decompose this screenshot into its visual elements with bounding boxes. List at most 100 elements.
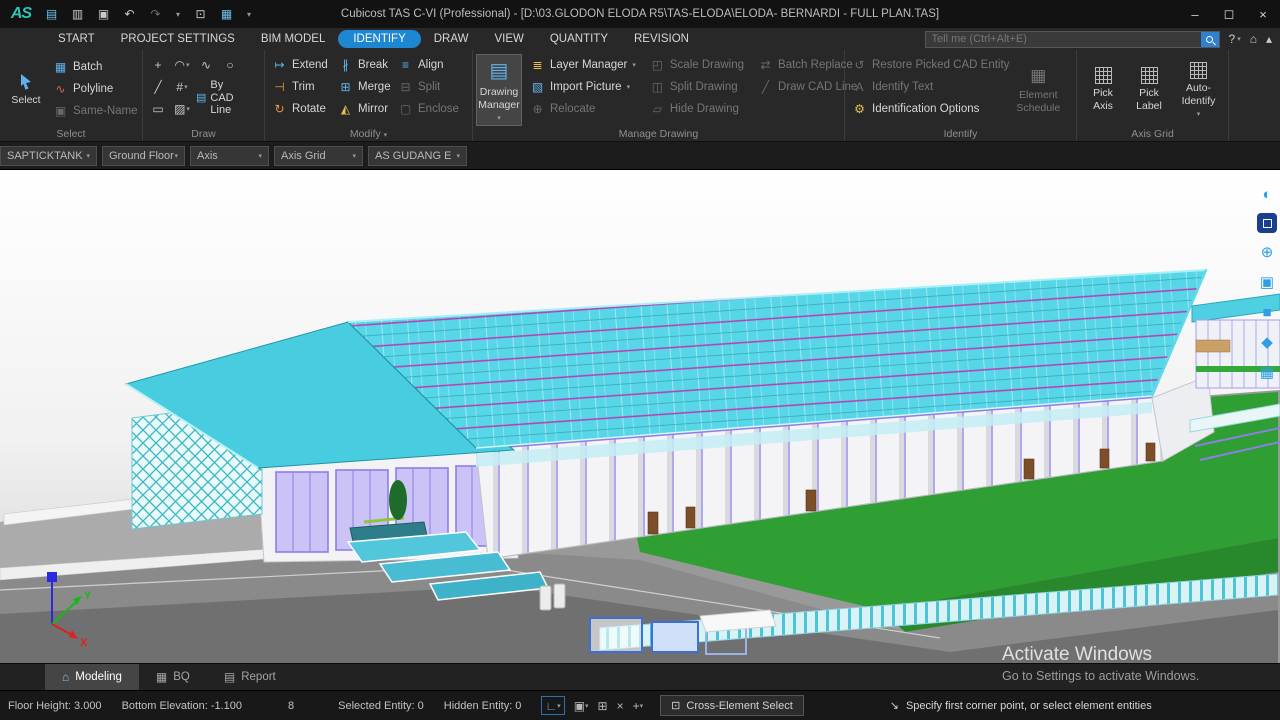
- viewport-3d-scene[interactable]: Y X: [0, 170, 1280, 663]
- home-icon[interactable]: ⌂: [1250, 32, 1257, 46]
- rotate-button[interactable]: ↻Rotate: [268, 98, 334, 120]
- hide-drawing-button[interactable]: ▱Hide Drawing: [646, 98, 748, 120]
- identification-options-button[interactable]: ⚙Identification Options: [848, 98, 1013, 120]
- undo-dropdown-icon[interactable]: ▾: [174, 10, 182, 19]
- quick-access-dropdown-icon[interactable]: ▾: [245, 10, 253, 19]
- tab-start[interactable]: START: [45, 31, 108, 47]
- pick-axis-button[interactable]: Pick Axis: [1080, 54, 1126, 126]
- layer-manager-button[interactable]: ≣Layer Manager▾: [526, 54, 640, 76]
- batch-select-button[interactable]: ▦Batch: [49, 56, 142, 78]
- element-name-dropdown[interactable]: Axis Grid▾: [274, 146, 363, 166]
- measure-icon[interactable]: ◆: [1256, 331, 1278, 353]
- scale-drawing-icon: ◰: [650, 58, 665, 72]
- import-picture-button[interactable]: ▧Import Picture▾: [526, 76, 640, 98]
- select-button[interactable]: Select: [3, 54, 49, 126]
- grid-icon: #: [176, 80, 183, 94]
- report-icon: ▤: [224, 670, 235, 684]
- selected-entity-readout: Selected Entity: 0: [338, 700, 424, 712]
- element-category-dropdown[interactable]: Axis▾: [190, 146, 269, 166]
- trim-button[interactable]: ⊣Trim: [268, 76, 334, 98]
- command-hint: ↘Specify first corner point, or select e…: [890, 699, 1152, 712]
- arc-tool-button[interactable]: ◠▾: [170, 54, 194, 76]
- modeling-icon: ⌂: [62, 670, 69, 684]
- tab-identify[interactable]: IDENTIFY: [338, 30, 420, 48]
- schedule-view-icon[interactable]: ▦: [1256, 361, 1278, 383]
- element-link-toggle[interactable]: ⊞: [598, 696, 608, 715]
- coordinate-input-toggle[interactable]: ∟▾: [541, 696, 564, 715]
- tab-draw[interactable]: DRAW: [421, 31, 482, 47]
- grid-tool-button[interactable]: #▾: [170, 76, 194, 98]
- split-button[interactable]: ⊟Split: [394, 76, 462, 98]
- tab-revision[interactable]: REVISION: [621, 31, 702, 47]
- tabrow-right-cluster: ?▾ ⌂ ▴: [925, 31, 1280, 48]
- 2d3d-toggle-icon[interactable]: [1257, 213, 1277, 233]
- tab-view[interactable]: VIEW: [481, 31, 536, 47]
- floor-dropdown[interactable]: Ground Floor▾: [102, 146, 185, 166]
- split-icon: ⊟: [398, 80, 413, 94]
- cross-element-select-button[interactable]: ⊡Cross-Element Select: [660, 695, 804, 716]
- coordinate-icon: ∟: [545, 699, 557, 713]
- element-schedule-button[interactable]: ▦ Element Schedule: [1013, 54, 1063, 126]
- tab-report[interactable]: ▤Report: [207, 664, 293, 690]
- clear-selection-button[interactable]: ×: [617, 696, 624, 715]
- hatch-tool-button[interactable]: ▨▾: [170, 98, 194, 120]
- drawing-dropdown[interactable]: AS GUDANG E▾: [368, 146, 467, 166]
- tab-quantity[interactable]: QUANTITY: [537, 31, 621, 47]
- rectangle-tool-button[interactable]: ▭: [146, 98, 170, 120]
- solid-view-icon[interactable]: ■: [1256, 301, 1278, 323]
- break-button[interactable]: ∦Break: [334, 54, 394, 76]
- model-viewport[interactable]: Y X ◐ ⊕ ▣ ■ ◆ ▦: [0, 170, 1280, 663]
- help-button[interactable]: ?▾: [1229, 32, 1241, 46]
- axis-y-label: Y: [84, 590, 92, 602]
- ortho-toggle[interactable]: ▣▾: [574, 696, 589, 715]
- tab-bq[interactable]: ▦BQ: [139, 664, 207, 690]
- circle-tool-button[interactable]: ○: [218, 54, 242, 76]
- save-icon[interactable]: ▣: [96, 7, 111, 21]
- drawing-manager-button[interactable]: ▤ Drawing Manager ▾: [476, 54, 522, 126]
- split-drawing-button[interactable]: ◫Split Drawing: [646, 76, 748, 98]
- snap-settings-toggle[interactable]: +▾: [633, 696, 644, 715]
- calc-grid-icon[interactable]: ▦: [219, 7, 234, 21]
- capture-view-icon[interactable]: ▣: [1256, 271, 1278, 293]
- relocate-button[interactable]: ⊕Relocate: [526, 98, 640, 120]
- polyline-select-button[interactable]: ∿Polyline: [49, 78, 142, 100]
- restore-picked-cad-entity-button[interactable]: ↺Restore Picked CAD Entity: [848, 54, 1013, 76]
- project-icon[interactable]: ▤: [44, 7, 59, 21]
- search-button[interactable]: [1201, 32, 1219, 47]
- bottom-elevation-readout: Bottom Elevation: -1.100: [122, 700, 242, 712]
- mirror-button[interactable]: ◭Mirror: [334, 98, 394, 120]
- display-icon[interactable]: ⊡: [193, 7, 208, 21]
- same-name-select-button[interactable]: ▣Same-Name: [49, 100, 142, 122]
- orbit-view-icon[interactable]: ◐: [1256, 183, 1278, 205]
- auto-identify-button[interactable]: Auto-Identify ▾: [1172, 54, 1225, 126]
- point-tool-button[interactable]: +: [146, 54, 170, 76]
- copy-icon[interactable]: ▥: [70, 7, 85, 21]
- line-tool-button[interactable]: ╱: [146, 76, 170, 98]
- merge-button[interactable]: ⊞Merge: [334, 76, 394, 98]
- chevron-down-icon: ▾: [352, 152, 356, 160]
- extend-button[interactable]: ↦Extend: [268, 54, 334, 76]
- tab-bim-model[interactable]: BIM MODEL: [248, 31, 339, 47]
- maximize-button[interactable]: ◻: [1212, 0, 1246, 28]
- by-cad-line-button[interactable]: ▤ By CAD Line: [194, 79, 242, 117]
- tab-project-settings[interactable]: PROJECT SETTINGS: [108, 31, 248, 47]
- ribbon-group-modify: ↦Extend ∦Break ≡Align ⊣Trim ⊞Merge ⊟Spli…: [265, 50, 473, 141]
- redo-icon[interactable]: ↷: [148, 7, 163, 21]
- minimize-button[interactable]: –: [1178, 0, 1212, 28]
- align-icon: ≡: [398, 58, 413, 72]
- close-button[interactable]: ×: [1246, 0, 1280, 28]
- scale-drawing-button[interactable]: ◰Scale Drawing: [646, 54, 748, 76]
- tellme-input[interactable]: [926, 33, 1201, 45]
- align-button[interactable]: ≡Align: [394, 54, 462, 76]
- spline-tool-button[interactable]: ∿: [194, 54, 218, 76]
- element-type-dropdown[interactable]: SAPTICKTANK▾: [0, 146, 97, 166]
- pick-label-button[interactable]: Pick Label: [1126, 54, 1172, 126]
- undo-icon[interactable]: ↶: [122, 7, 137, 21]
- pan-icon[interactable]: ⊕: [1256, 241, 1278, 263]
- extend-icon: ↦: [272, 58, 287, 72]
- identify-text-button[interactable]: AIdentify Text: [848, 76, 1013, 98]
- collapse-ribbon-icon[interactable]: ▴: [1266, 32, 1272, 46]
- enclose-button[interactable]: ▢Enclose: [394, 98, 462, 120]
- break-icon: ∦: [338, 58, 353, 72]
- tab-modeling[interactable]: ⌂Modeling: [45, 664, 139, 690]
